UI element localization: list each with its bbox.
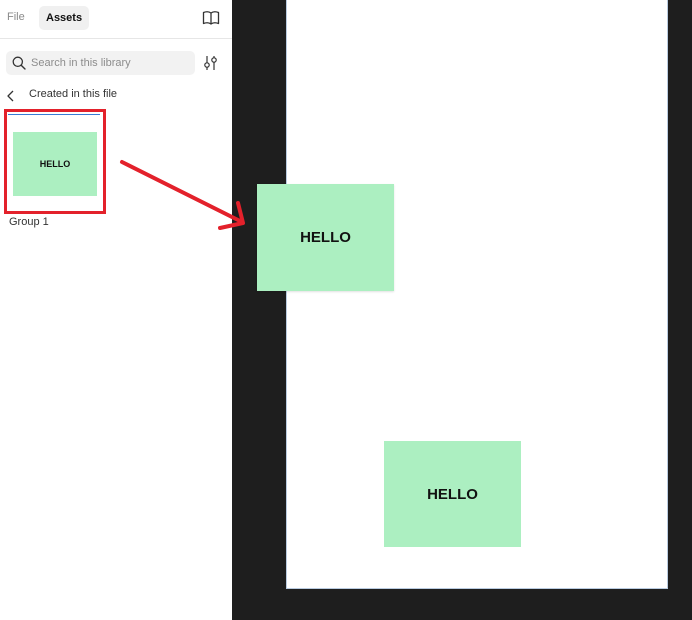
tab-assets[interactable]: Assets	[39, 6, 90, 30]
library-book-icon[interactable]	[202, 10, 220, 26]
asset-thumbnail-sticky: HELLO	[13, 132, 97, 196]
asset-group-1[interactable]: HELLO	[8, 114, 102, 212]
book-icon	[202, 11, 220, 25]
tab-file[interactable]: File	[7, 11, 25, 23]
search-box	[6, 51, 195, 75]
chevron-left-icon	[6, 89, 15, 102]
canvas-sticky-hello-1[interactable]: HELLO	[257, 184, 394, 291]
canvas-sticky-hello-2[interactable]: HELLO	[384, 441, 521, 547]
assets-panel: File Assets Created i	[0, 0, 232, 620]
search-input[interactable]	[31, 51, 191, 75]
filter-settings-icon[interactable]	[203, 55, 218, 71]
section-label: Created in this file	[29, 88, 118, 100]
panel-tabs: File Assets	[0, 0, 232, 39]
back-to-libraries[interactable]: Created in this file	[0, 86, 232, 104]
asset-name: Group 1	[9, 216, 49, 228]
search-icon	[12, 56, 26, 70]
asset-thumbnail: HELLO	[8, 114, 100, 211]
